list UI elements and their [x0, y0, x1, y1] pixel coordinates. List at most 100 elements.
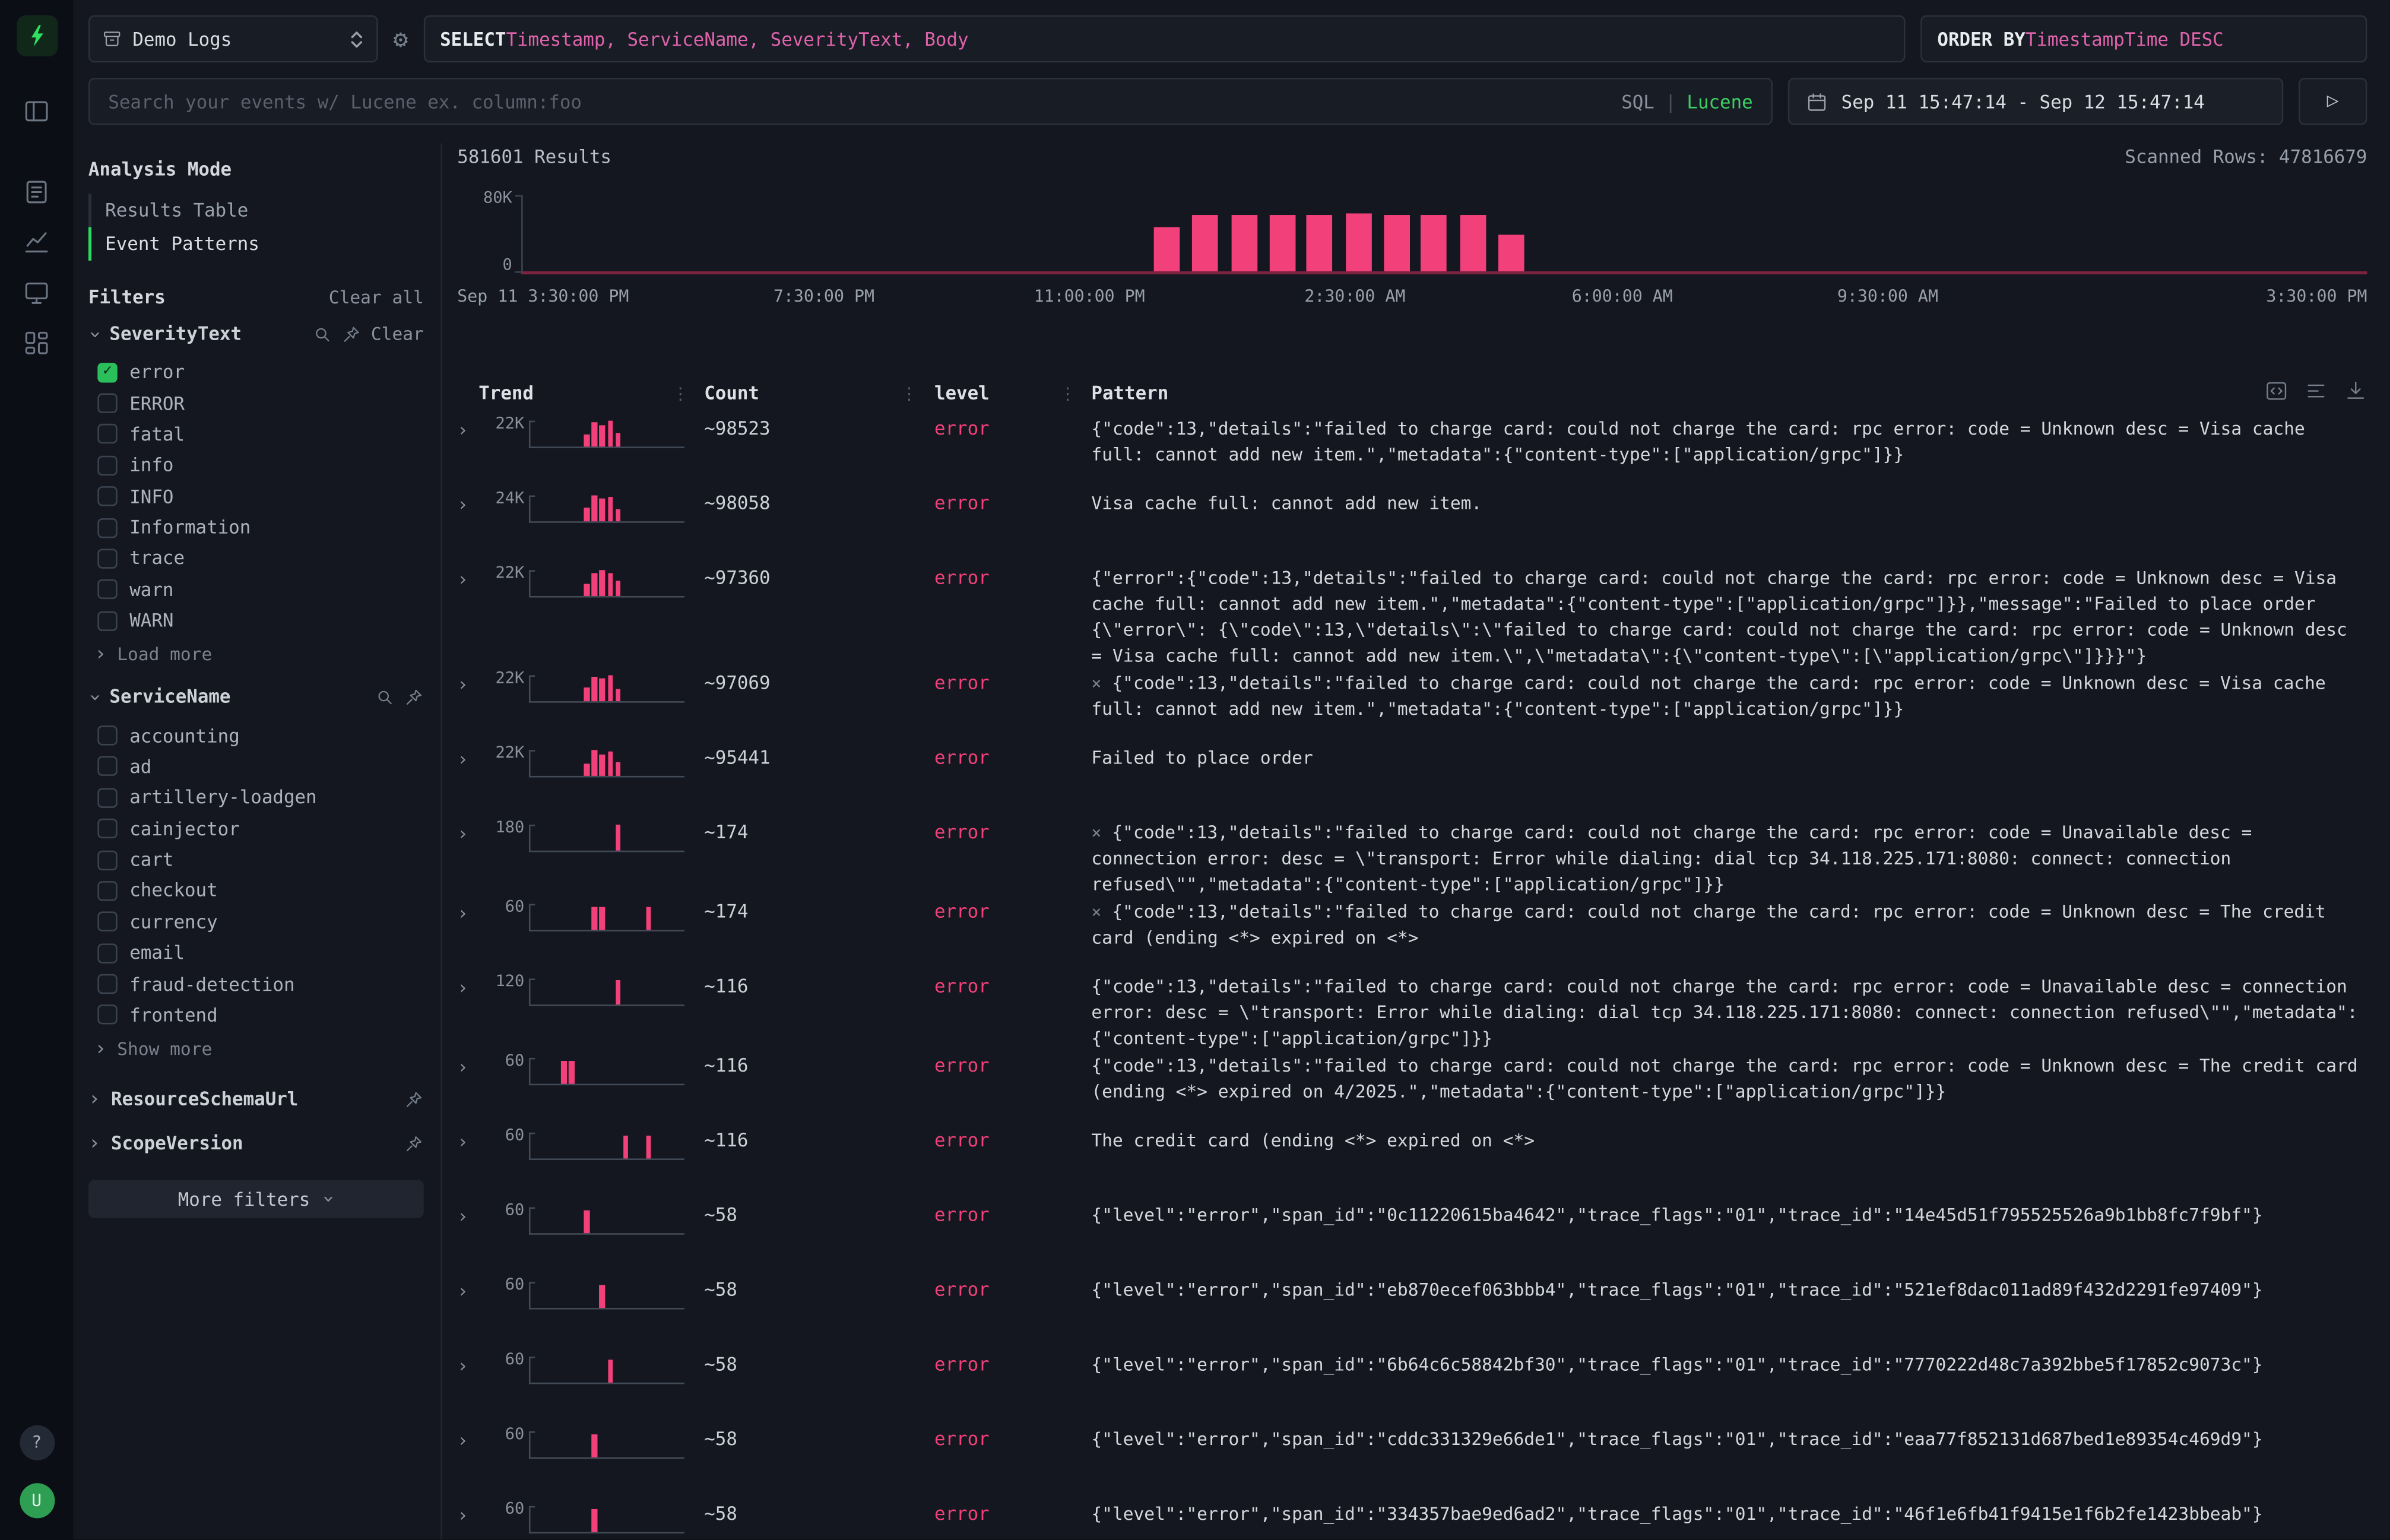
checkbox[interactable]	[97, 518, 117, 537]
column-header-count[interactable]: Count⋮	[689, 382, 918, 404]
severity-group-header[interactable]: › SeverityText Clear	[88, 323, 424, 344]
logs-icon[interactable]	[21, 177, 52, 207]
checkbox[interactable]	[97, 788, 117, 807]
checkbox[interactable]	[97, 362, 117, 382]
checkbox[interactable]	[97, 725, 117, 745]
collapsed-filter-group[interactable]: › ResourceSchemaUrl	[88, 1089, 424, 1110]
table-row[interactable]: › 120 ~116 error ×{"code":13,"details":"…	[457, 974, 2367, 1052]
checkbox[interactable]	[97, 394, 117, 413]
pin-icon[interactable]	[404, 1089, 423, 1109]
checkbox[interactable]	[97, 424, 117, 444]
service-group-header[interactable]: › ServiceName	[88, 686, 424, 708]
severity-clear-link[interactable]: Clear	[371, 323, 424, 344]
filter-checkbox-item[interactable]: artillery-loadgen	[88, 782, 424, 813]
filter-checkbox-item[interactable]: email	[88, 937, 424, 968]
table-row[interactable]: › 60 ~58 error ×{"level":"error","span_i…	[457, 1352, 2367, 1425]
filter-checkbox-item[interactable]: info	[88, 450, 424, 481]
app-logo[interactable]	[16, 15, 57, 56]
filter-checkbox-item[interactable]: accounting	[88, 720, 424, 751]
table-row[interactable]: › 60 ~58 error ×{"level":"error","span_i…	[457, 1427, 2367, 1500]
expand-chevron-icon[interactable]: ›	[457, 825, 478, 843]
checkbox[interactable]	[97, 611, 117, 630]
checkbox[interactable]	[97, 549, 117, 568]
checkbox[interactable]	[97, 579, 117, 599]
checkbox[interactable]	[97, 487, 117, 506]
filter-checkbox-item[interactable]: fatal	[88, 419, 424, 449]
time-range-picker[interactable]: Sep 11 15:47:14 - Sep 12 15:47:14	[1788, 78, 2283, 125]
expand-chevron-icon[interactable]: ›	[457, 675, 478, 693]
filter-checkbox-item[interactable]: frontend	[88, 1000, 424, 1031]
user-avatar[interactable]: U	[19, 1484, 54, 1519]
filter-checkbox-item[interactable]: INFO	[88, 481, 424, 512]
filter-checkbox-item[interactable]: checkout	[88, 875, 424, 906]
filter-checkbox-item[interactable]: Information	[88, 512, 424, 543]
filter-checkbox-item[interactable]: WARN	[88, 605, 424, 636]
dashboard-icon[interactable]	[21, 328, 52, 358]
expand-chevron-icon[interactable]: ›	[457, 1357, 478, 1375]
run-query-button[interactable]: ▷	[2299, 78, 2367, 125]
filter-checkbox-item[interactable]: ad	[88, 751, 424, 782]
filter-checkbox-item[interactable]: warn	[88, 574, 424, 605]
help-button[interactable]: ?	[19, 1425, 54, 1460]
column-header-level[interactable]: level⋮	[918, 382, 1076, 404]
order-by-input[interactable]: ORDER BY TimestampTime DESC	[1920, 15, 2367, 63]
filter-checkbox-item[interactable]: currency	[88, 907, 424, 937]
search-icon[interactable]	[375, 687, 395, 707]
checkbox[interactable]	[97, 850, 117, 870]
json-view-icon[interactable]	[2265, 379, 2288, 403]
collapsed-filter-group[interactable]: › ScopeVersion	[88, 1133, 424, 1154]
download-icon[interactable]	[2344, 379, 2367, 403]
column-settings-icon[interactable]	[2305, 379, 2328, 403]
table-row[interactable]: › 22K ~98523 error ×{"code":13,"details"…	[457, 416, 2367, 489]
table-row[interactable]: › 22K ~95441 error ×Failed to place orde…	[457, 746, 2367, 819]
mode-event-patterns[interactable]: Event Patterns	[88, 227, 424, 261]
expand-chevron-icon[interactable]: ›	[457, 978, 478, 997]
chart-icon[interactable]	[21, 227, 52, 258]
expand-chevron-icon[interactable]: ›	[457, 1133, 478, 1151]
pin-icon[interactable]	[404, 687, 423, 707]
mode-results-table[interactable]: Results Table	[88, 194, 424, 227]
checkbox[interactable]	[97, 912, 117, 931]
filter-checkbox-item[interactable]: trace	[88, 543, 424, 574]
source-select[interactable]: Demo Logs	[88, 15, 378, 63]
results-histogram[interactable]: 80K 0 Sep 11 3:30:00 PM7:30:00 PM11:00:0…	[457, 195, 2367, 308]
checkbox[interactable]	[97, 974, 117, 994]
column-header-trend[interactable]: Trend⋮	[478, 382, 689, 404]
table-row[interactable]: › 60 ~58 error ×{"level":"error","span_i…	[457, 1278, 2367, 1351]
filter-checkbox-item[interactable]: fraud-detection	[88, 968, 424, 999]
checkbox[interactable]	[97, 881, 117, 901]
load-more-link[interactable]: › Load more	[88, 636, 424, 671]
table-row[interactable]: › 60 ~58 error ×{"level":"error","span_i…	[457, 1501, 2367, 1540]
filter-checkbox-item[interactable]: cart	[88, 844, 424, 875]
search-input[interactable]	[108, 91, 1621, 112]
checkbox[interactable]	[97, 819, 117, 838]
lang-toggle-sql[interactable]: SQL	[1621, 91, 1654, 112]
table-row[interactable]: › 60 ~58 error ×{"level":"error","span_i…	[457, 1203, 2367, 1276]
monitor-icon[interactable]	[21, 277, 52, 308]
checkbox[interactable]	[97, 1005, 117, 1025]
filter-checkbox-item[interactable]: error	[88, 357, 424, 388]
show-more-link[interactable]: › Show more	[88, 1031, 424, 1066]
column-header-pattern[interactable]: Pattern	[1076, 382, 2367, 404]
expand-chevron-icon[interactable]: ›	[457, 495, 478, 514]
expand-chevron-icon[interactable]: ›	[457, 1282, 478, 1300]
table-row[interactable]: › 22K ~97360 error ×{"error":{"code":13,…	[457, 566, 2367, 670]
table-row[interactable]: › 60 ~174 error ×{"code":13,"details":"f…	[457, 899, 2367, 972]
lang-toggle-lucene[interactable]: Lucene	[1687, 91, 1752, 112]
checkbox[interactable]	[97, 455, 117, 475]
expand-chevron-icon[interactable]: ›	[457, 750, 478, 768]
table-row[interactable]: › 60 ~116 error ×The credit card (ending…	[457, 1128, 2367, 1201]
pin-icon[interactable]	[342, 324, 362, 344]
clear-all-link[interactable]: Clear all	[329, 287, 424, 308]
sql-select-input[interactable]: SELECT Timestamp, ServiceName, SeverityT…	[423, 15, 1906, 63]
sidebar-toggle-icon[interactable]	[21, 96, 52, 126]
expand-chevron-icon[interactable]: ›	[457, 1506, 478, 1525]
search-icon[interactable]	[313, 324, 332, 344]
table-row[interactable]: › 22K ~97069 error ×{"code":13,"details"…	[457, 671, 2367, 744]
filter-checkbox-item[interactable]: cainjector	[88, 813, 424, 844]
checkbox[interactable]	[97, 757, 117, 777]
checkbox[interactable]	[97, 943, 117, 963]
filter-checkbox-item[interactable]: ERROR	[88, 388, 424, 419]
settings-gear-icon[interactable]: ⚙	[393, 27, 408, 51]
expand-chevron-icon[interactable]: ›	[457, 421, 478, 439]
